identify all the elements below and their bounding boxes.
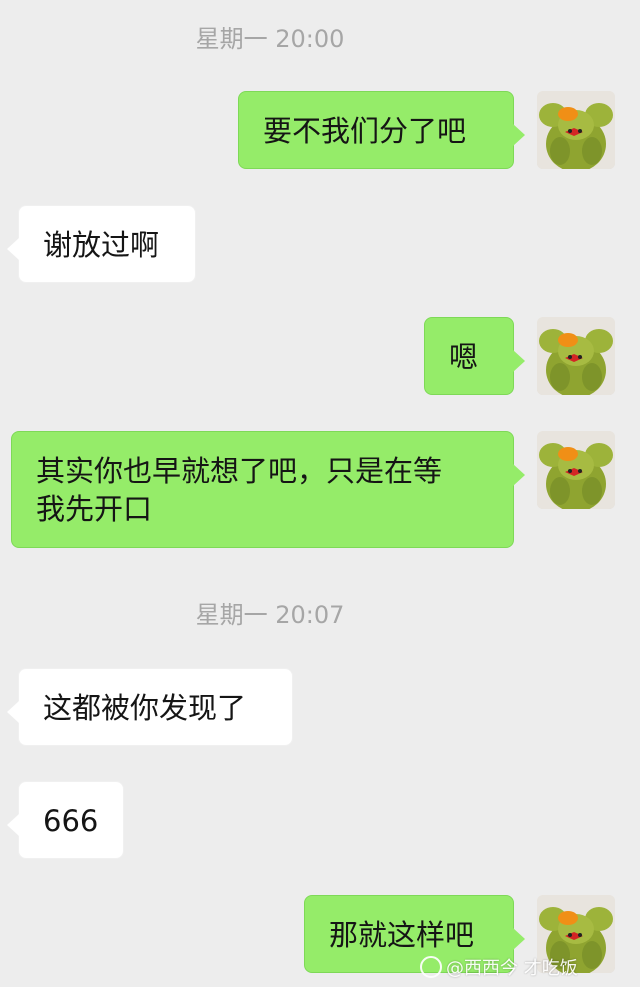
message-bubble-outgoing[interactable]: 嗯: [424, 317, 525, 395]
watermark-text: @西西今 才吃饭: [446, 958, 578, 979]
message-bubble-incoming[interactable]: 666: [7, 781, 124, 859]
avatar[interactable]: [537, 431, 615, 509]
chat-window: 星期一 20:00 要不我们分了吧 谢放过啊 嗯 其实你也早就想了吧，只是在等 …: [0, 0, 640, 987]
message-bubble-outgoing[interactable]: 其实你也早就想了吧，只是在等 我先开口: [11, 431, 525, 548]
weibo-icon: [420, 956, 442, 978]
avatar[interactable]: [537, 91, 615, 169]
message-bubble-outgoing[interactable]: 要不我们分了吧: [238, 91, 525, 169]
weibo-watermark: @西西今 才吃饭: [420, 952, 640, 987]
frog-plush-avatar-icon: [537, 91, 615, 169]
timestamp: 星期一 20:07: [195, 601, 345, 629]
message-bubble-incoming[interactable]: 谢放过啊: [7, 205, 196, 283]
frog-plush-avatar-icon: [537, 431, 615, 509]
avatar[interactable]: [537, 317, 615, 395]
frog-plush-avatar-icon: [537, 317, 615, 395]
timestamp: 星期一 20:00: [195, 25, 345, 53]
message-bubble-incoming[interactable]: 这都被你发现了: [7, 668, 293, 746]
